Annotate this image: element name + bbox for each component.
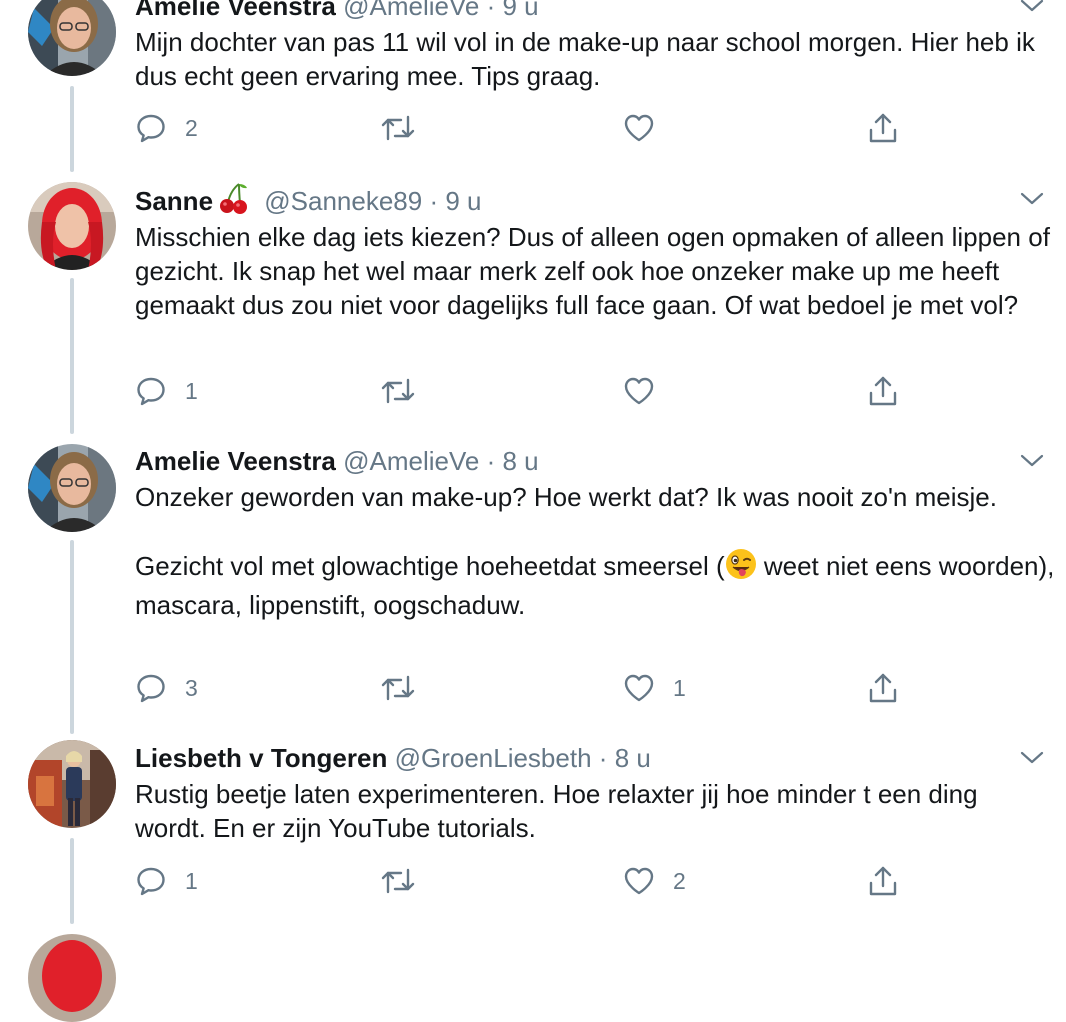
reply-icon (137, 674, 165, 703)
reply-button[interactable]: 3 (135, 670, 198, 706)
retweet-icon (381, 868, 415, 894)
winking-face-with-tongue-emoji (725, 548, 757, 588)
like-button[interactable] (623, 110, 655, 146)
caret-down-icon[interactable] (1018, 747, 1046, 769)
timestamp[interactable]: 8 u (503, 446, 539, 476)
thread-line (70, 838, 74, 924)
share-icon (869, 113, 897, 143)
reply-icon (137, 114, 165, 143)
avatar[interactable] (28, 182, 116, 270)
share-icon (869, 866, 897, 896)
timestamp[interactable]: 9 u (445, 186, 481, 216)
like-count: 1 (673, 674, 686, 701)
like-icon (624, 377, 654, 405)
separator-dot: · (486, 0, 496, 21)
like-button[interactable]: 1 (623, 670, 686, 706)
caret-down-icon[interactable] (1018, 0, 1046, 17)
separator-dot: · (486, 446, 496, 476)
thread-line (70, 86, 74, 172)
tweet-text: Mijn dochter van pas 11 wil vol in de ma… (135, 27, 1035, 91)
share-icon (869, 673, 897, 703)
display-name[interactable]: Amelie Veenstra (135, 446, 336, 476)
avatar[interactable] (28, 444, 116, 532)
user-handle[interactable]: @Sanneke89 (264, 186, 422, 216)
like-icon (624, 674, 654, 702)
retweet-icon (381, 378, 415, 404)
like-icon (624, 114, 654, 142)
retweet-button[interactable] (380, 110, 416, 146)
tweet-text: Rustig beetje laten experimenteren. Hoe … (135, 779, 978, 843)
user-handle[interactable]: @GroenLiesbeth (395, 743, 592, 773)
display-name[interactable]: Sanne (135, 186, 213, 216)
tweet-actions: 1 2 (135, 863, 915, 899)
thread-line (70, 540, 74, 734)
tweet-header: Amelie Veenstra @AmelieVe · 9 u (135, 0, 1046, 23)
avatar[interactable] (28, 934, 116, 1022)
tweet-actions: 1 (135, 373, 915, 409)
reply-icon (137, 377, 165, 406)
tweet-actions: 2 (135, 110, 915, 146)
like-button[interactable] (623, 373, 655, 409)
cherries-emoji (219, 182, 249, 222)
tweet-header: Amelie Veenstra @AmelieVe · 8 u (135, 444, 1046, 478)
share-button[interactable] (867, 373, 899, 409)
retweet-button[interactable] (380, 670, 416, 706)
reply-icon (137, 867, 165, 896)
reply-button[interactable]: 1 (135, 373, 198, 409)
retweet-button[interactable] (380, 373, 416, 409)
timestamp[interactable]: 9 u (503, 0, 539, 21)
like-icon (624, 867, 654, 895)
reply-button[interactable]: 2 (135, 110, 198, 146)
retweet-icon (381, 115, 415, 141)
like-count: 2 (673, 867, 686, 894)
tweet-header: Liesbeth v Tongeren @GroenLiesbeth · 8 u (135, 741, 1046, 775)
user-handle[interactable]: @AmelieVe (343, 0, 479, 21)
caret-down-icon[interactable] (1018, 450, 1046, 472)
reply-count: 2 (185, 114, 198, 141)
reply-button[interactable]: 1 (135, 863, 198, 899)
avatar[interactable] (28, 740, 116, 828)
display-name[interactable]: Amelie Veenstra (135, 0, 336, 21)
separator-dot: · (429, 186, 439, 216)
reply-count: 1 (185, 377, 198, 404)
reply-count: 3 (185, 674, 198, 701)
tweet-text: Onzeker geworden van make-up? Hoe werkt … (135, 480, 1055, 622)
share-button[interactable] (867, 110, 899, 146)
tweet-header: Sanne @Sanneke89 · 9 u (135, 182, 1046, 216)
tweet-actions: 3 1 (135, 670, 915, 706)
avatar[interactable] (28, 0, 116, 76)
user-handle[interactable]: @AmelieVe (343, 446, 479, 476)
timestamp[interactable]: 8 u (615, 743, 651, 773)
caret-down-icon[interactable] (1018, 188, 1046, 210)
tweet-text: Misschien elke dag iets kiezen? Dus of a… (135, 222, 1050, 320)
retweet-button[interactable] (380, 863, 416, 899)
share-button[interactable] (867, 670, 899, 706)
share-icon (869, 376, 897, 406)
display-name[interactable]: Liesbeth v Tongeren (135, 743, 387, 773)
thread-line (70, 278, 74, 434)
like-button[interactable]: 2 (623, 863, 686, 899)
share-button[interactable] (867, 863, 899, 899)
retweet-icon (381, 675, 415, 701)
reply-count: 1 (185, 867, 198, 894)
separator-dot: · (598, 743, 608, 773)
